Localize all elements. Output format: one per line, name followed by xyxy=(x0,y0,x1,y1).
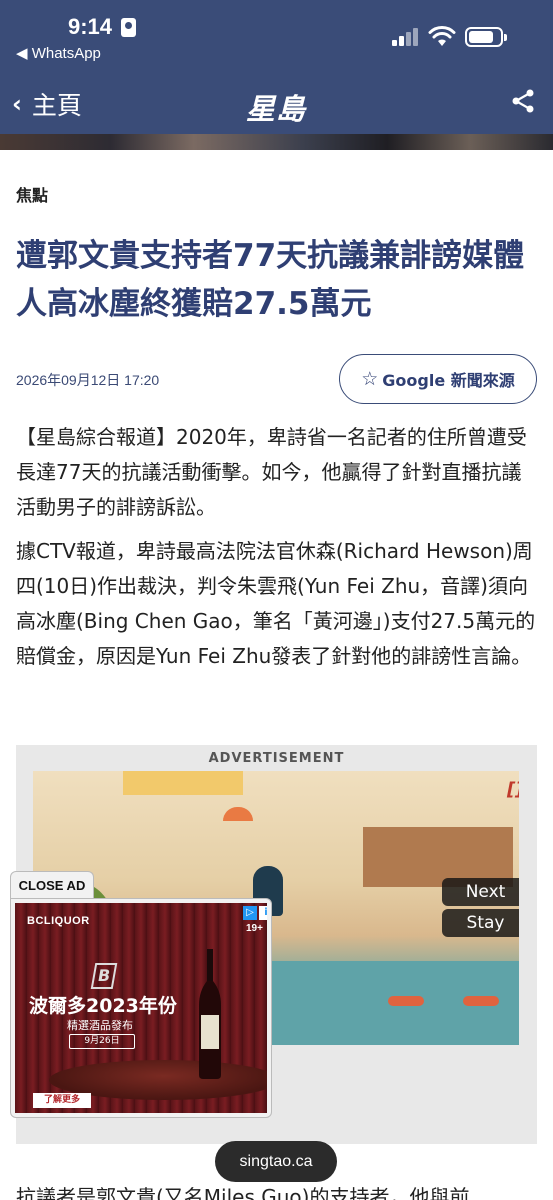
article-paragraph: 【星島綜合報道】2020年，卑詩省一名記者的住所曾遭受長達77天的抗議活動衝擊。… xyxy=(16,425,527,519)
learn-more-button[interactable]: 了解更多 xyxy=(33,1093,91,1108)
ad-next-button[interactable]: Next xyxy=(442,878,519,906)
ad-headline: 波爾多2023年份 xyxy=(29,995,177,1017)
article-category[interactable]: 焦點 xyxy=(16,182,48,206)
close-ad-button[interactable]: CLOSE AD xyxy=(10,871,94,899)
advertisement-label: ADVERTISEMENT xyxy=(208,751,345,766)
google-news-label: Google 新聞來源 xyxy=(382,371,515,390)
cellular-signal-icon xyxy=(392,28,420,46)
chevron-left-icon: ‹ xyxy=(12,90,22,118)
wifi-icon xyxy=(428,26,456,46)
floating-ad[interactable]: BCLIQUOR ▷ i 19+ B 波爾多2023年份 精選酒品發布 9月26… xyxy=(10,898,272,1118)
article-paragraph: 抗議者是郭文貴(又名Miles Guo)的支持者，他與前 xyxy=(16,1185,470,1200)
back-home-label: 主頁 xyxy=(31,91,82,120)
floating-ad-creative[interactable]: BCLIQUOR ▷ i 19+ B 波爾多2023年份 精選酒品發布 9月26… xyxy=(15,903,267,1113)
browser-url-pill[interactable]: singtao.ca xyxy=(215,1141,337,1182)
ad-brackets-marker: [] xyxy=(507,779,519,800)
battery-icon xyxy=(465,27,507,47)
article-paragraph: 據CTV報道，卑詩最高法院法官休森(Richard Hewson)周四(10日)… xyxy=(16,539,536,668)
ad-info-icon[interactable]: i xyxy=(259,906,267,920)
star-icon: ☆ xyxy=(361,368,379,390)
site-logo[interactable]: 星島 xyxy=(246,86,306,128)
ad-subline: 精選酒品發布 xyxy=(67,1019,133,1032)
ad-stay-button[interactable]: Stay xyxy=(442,909,519,937)
back-home-button[interactable]: ‹ 主頁 xyxy=(12,86,82,122)
article-date: 2026年09月12日 17:20 xyxy=(16,372,160,388)
app-header: 9:14 ◀ WhatsApp ‹ 主頁 星島 xyxy=(0,0,553,134)
contact-icon xyxy=(121,18,136,37)
hero-image-strip xyxy=(0,134,553,150)
share-icon[interactable] xyxy=(510,88,536,114)
age-badge: 19+ xyxy=(246,923,263,934)
ad-brand: BCLIQUOR xyxy=(27,915,90,927)
ad-date: 9月26日 xyxy=(69,1034,135,1049)
status-time: 9:14 xyxy=(68,14,113,39)
ad-lamp xyxy=(123,771,243,795)
bordeaux-logo-icon: B xyxy=(90,963,118,989)
article-title: 遭郭文貴支持者77天抗議兼誹謗媒體人高冰塵終獲賠27.5萬元 xyxy=(16,238,525,322)
ad-stool xyxy=(388,996,424,1006)
ad-stool xyxy=(463,996,499,1006)
wine-bottle-icon xyxy=(199,949,221,1079)
adchoices-icon[interactable]: ▷ xyxy=(243,906,257,920)
google-news-source-button[interactable]: ☆ Google 新聞來源 xyxy=(339,354,537,404)
back-to-app-link[interactable]: ◀ WhatsApp xyxy=(16,44,101,62)
